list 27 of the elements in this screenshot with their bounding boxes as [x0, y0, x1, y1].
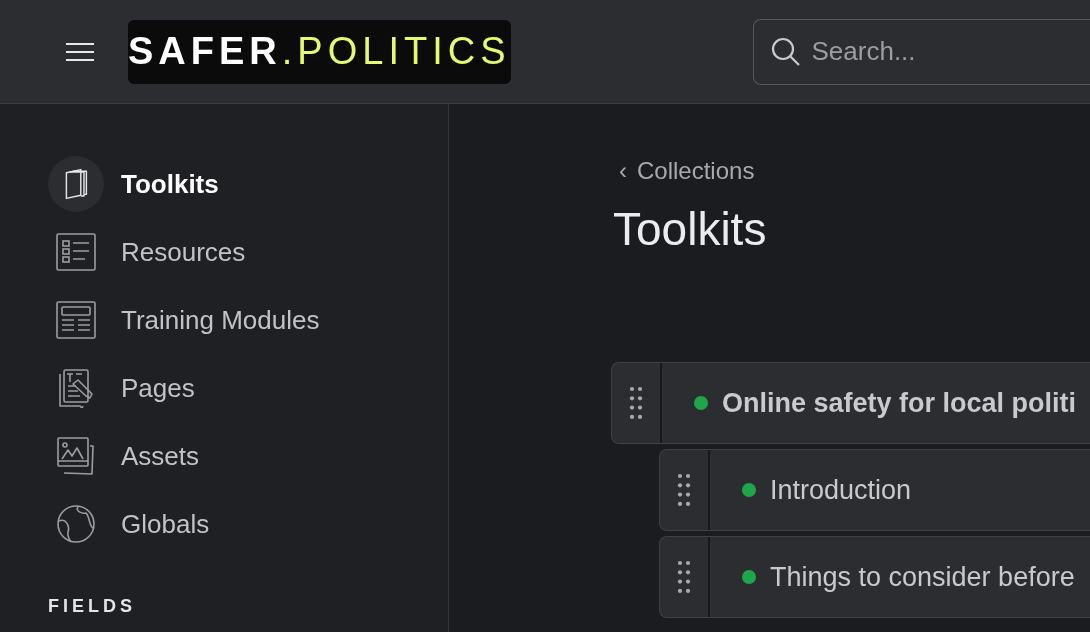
- layout-icon: [56, 300, 96, 340]
- sidebar-item[interactable]: Assets: [48, 422, 448, 490]
- image-icon: [56, 436, 96, 476]
- sidebar-item[interactable]: Globals: [48, 490, 448, 558]
- section-heading: FIELDS: [48, 596, 137, 617]
- row-title: Things to consider before: [770, 561, 1075, 593]
- drag-handle-icon[interactable]: [677, 560, 691, 594]
- page-title: Toolkits: [613, 202, 768, 256]
- document-pencil-icon: [56, 368, 96, 408]
- sidebar-item[interactable]: Pages: [48, 354, 448, 422]
- row-title: Online safety for local politi: [722, 387, 1077, 419]
- globe-icon: [56, 504, 96, 544]
- sidebar-item[interactable]: Toolkits: [48, 150, 448, 218]
- search-field[interactable]: Search...: [752, 18, 1090, 85]
- sidebar-item[interactable]: Resources: [48, 218, 448, 286]
- drag-handle-icon[interactable]: [629, 386, 643, 420]
- drag-handle-icon[interactable]: [677, 473, 691, 507]
- sidebar-item[interactable]: Training Modules: [48, 286, 448, 354]
- tree-row[interactable]: Online safety for local politi: [611, 362, 1090, 444]
- tree-row[interactable]: Introduction: [659, 449, 1090, 531]
- logo[interactable]: SAFER.POLITICS: [128, 19, 511, 84]
- search-icon: [770, 36, 801, 67]
- menu-icon[interactable]: [66, 41, 94, 62]
- list-icon: [56, 232, 96, 272]
- breadcrumb-link[interactable]: ‹ Collections: [619, 156, 1090, 186]
- tree-row[interactable]: Things to consider before: [659, 536, 1090, 618]
- row-title: Introduction: [770, 474, 912, 506]
